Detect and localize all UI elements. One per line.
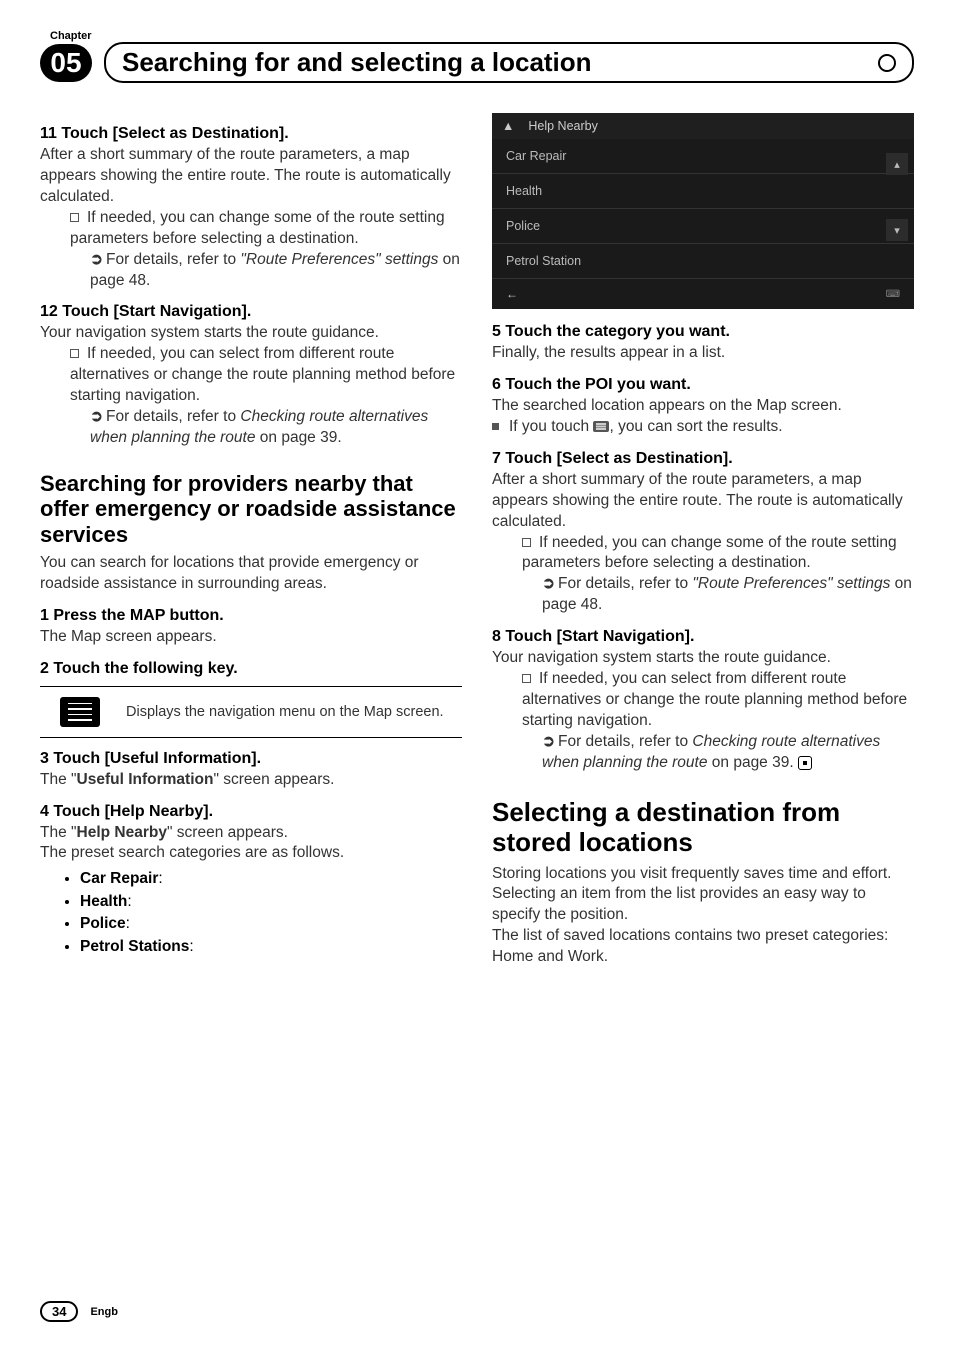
- stored-body-1: Storing locations you visit frequently s…: [492, 864, 914, 885]
- section-end-icon: [798, 756, 812, 770]
- ref-arrow-icon: ➲: [542, 574, 554, 595]
- step-1-body: The Map screen appears.: [40, 627, 462, 648]
- list-item: Police:: [80, 913, 462, 935]
- note-icon: [70, 213, 79, 222]
- screenshot-row: Car Repair▴: [492, 139, 914, 174]
- page-footer: 34 Engb: [40, 1301, 118, 1322]
- square-bullet-icon: [492, 423, 499, 430]
- stored-body-3: The list of saved locations contains two…: [492, 926, 914, 968]
- section-heading-providers: Searching for providers nearby that offe…: [40, 471, 462, 547]
- section-body: You can search for locations that provid…: [40, 553, 462, 595]
- note-icon: [522, 674, 531, 683]
- step-12-title: 12 Touch [Start Navigation].: [40, 303, 462, 321]
- step-8-ref: ➲For details, refer to Checking route al…: [542, 732, 914, 774]
- chapter-label: Chapter: [50, 30, 914, 42]
- step-6-title: 6 Touch the POI you want.: [492, 376, 914, 394]
- right-column: ▲Help Nearby Car Repair▴ Health Police▾ …: [492, 113, 914, 968]
- step-5-body: Finally, the results appear in a list.: [492, 343, 914, 364]
- list-item: Petrol Stations:: [80, 936, 462, 958]
- sort-icon: [593, 421, 609, 432]
- ref-arrow-icon: ➲: [542, 732, 554, 753]
- step-5-title: 5 Touch the category you want.: [492, 323, 914, 341]
- step-7-ref: ➲For details, refer to "Route Preference…: [542, 574, 914, 616]
- header-end-cap: [878, 54, 896, 72]
- language-code: Engb: [90, 1306, 118, 1318]
- key-table: Displays the navigation menu on the Map …: [40, 686, 462, 738]
- category-list: Car Repair: Health: Police: Petrol Stati…: [80, 868, 462, 958]
- step-8-note: If needed, you can select from different…: [522, 669, 914, 732]
- back-arrow-icon: ←: [506, 287, 518, 301]
- section-heading-stored: Selecting a destination from stored loca…: [492, 798, 914, 858]
- screenshot-row: Health: [492, 174, 914, 209]
- step-11-body: After a short summary of the route param…: [40, 145, 462, 208]
- keyboard-icon: ⌨: [886, 289, 900, 300]
- scroll-down-icon: ▾: [886, 219, 908, 241]
- ref-arrow-icon: ➲: [90, 250, 102, 271]
- screenshot-row: Police▾: [492, 209, 914, 244]
- ref-arrow-icon: ➲: [90, 407, 102, 428]
- list-item: Health:: [80, 891, 462, 913]
- step-11-ref: ➲For details, refer to "Route Preference…: [90, 250, 462, 292]
- key-icon-cell: [40, 687, 120, 737]
- step-8-title: 8 Touch [Start Navigation].: [492, 628, 914, 646]
- step-7-title: 7 Touch [Select as Destination].: [492, 450, 914, 468]
- screenshot-footer: ←⌨: [492, 279, 914, 309]
- page-header: 05 Searching for and selecting a locatio…: [40, 42, 914, 83]
- key-desc: Displays the navigation menu on the Map …: [120, 696, 450, 728]
- list-item: Car Repair:: [80, 868, 462, 890]
- step-6-body: The searched location appears on the Map…: [492, 396, 914, 417]
- step-7-body: After a short summary of the route param…: [492, 470, 914, 533]
- stored-body-2: Selecting an item from the list provides…: [492, 884, 914, 926]
- scroll-up-icon: ▴: [886, 153, 908, 175]
- step-4-body2: The preset search categories are as foll…: [40, 843, 462, 864]
- step-11-title: 11 Touch [Select as Destination].: [40, 125, 462, 143]
- step-3-title: 3 Touch [Useful Information].: [40, 750, 462, 768]
- left-column: 11 Touch [Select as Destination]. After …: [40, 113, 462, 968]
- step-8-body: Your navigation system starts the route …: [492, 648, 914, 669]
- step-12-body: Your navigation system starts the route …: [40, 323, 462, 344]
- step-7-note: If needed, you can change some of the ro…: [522, 533, 914, 575]
- up-triangle-icon: ▲: [502, 119, 514, 133]
- step-3-body: The "Useful Information" screen appears.: [40, 770, 462, 791]
- note-icon: [522, 538, 531, 547]
- step-1-title: 1 Press the MAP button.: [40, 607, 462, 625]
- chapter-number: 05: [40, 44, 92, 82]
- menu-icon: [60, 697, 100, 727]
- screenshot-header: ▲Help Nearby: [492, 113, 914, 139]
- step-4-title: 4 Touch [Help Nearby].: [40, 803, 462, 821]
- screenshot-row: Petrol Station: [492, 244, 914, 279]
- header-title-container: Searching for and selecting a location: [104, 42, 914, 83]
- help-nearby-screenshot: ▲Help Nearby Car Repair▴ Health Police▾ …: [492, 113, 914, 309]
- step-12-ref: ➲For details, refer to Checking route al…: [90, 407, 462, 449]
- step-11-note: If needed, you can change some of the ro…: [70, 208, 462, 250]
- page-number: 34: [40, 1301, 78, 1322]
- step-12-note: If needed, you can select from different…: [70, 344, 462, 407]
- note-icon: [70, 349, 79, 358]
- step-2-title: 2 Touch the following key.: [40, 660, 462, 678]
- header-title: Searching for and selecting a location: [122, 47, 878, 78]
- step-6-note: If you touch , you can sort the results.: [492, 417, 914, 438]
- step-4-body1: The "Help Nearby" screen appears.: [40, 823, 462, 844]
